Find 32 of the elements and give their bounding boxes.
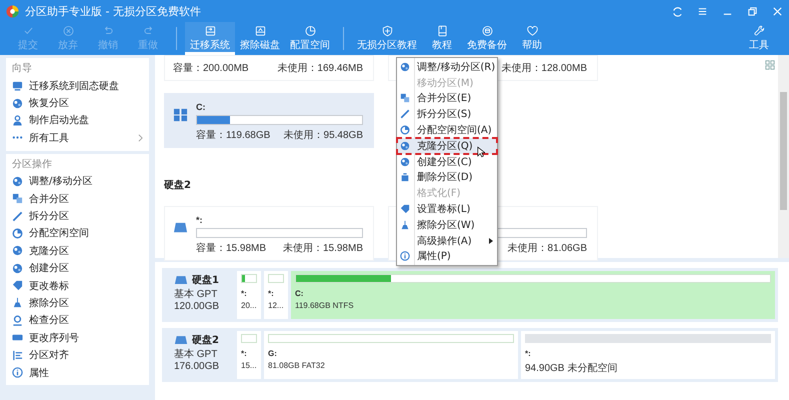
unused-text: 未使用：169.46MB bbox=[277, 62, 363, 75]
unused-text: 未使用：15.98MB bbox=[282, 242, 363, 255]
partition-name: G: bbox=[268, 349, 278, 358]
partition-info: 15... bbox=[241, 361, 257, 370]
partition-name: *: bbox=[525, 349, 532, 358]
partition-info: 81.08GB FAT32 bbox=[268, 361, 326, 370]
capacity-text: 容量：200.00MB bbox=[173, 62, 249, 75]
capacity-text: 容量：15.98MB bbox=[196, 242, 266, 255]
disk-heading: 硬盘2 bbox=[164, 178, 191, 192]
partition-name: *: bbox=[268, 289, 275, 298]
partition-name: *: bbox=[196, 215, 202, 225]
unused-text: 未使用：95.48GB bbox=[284, 128, 363, 142]
partition-info: 119.68GB NTFS bbox=[295, 301, 355, 310]
partition-info: 94.90GB 未分配空间 bbox=[525, 362, 618, 375]
disk-name: 硬盘1 bbox=[192, 274, 219, 287]
disk-name: 硬盘2 bbox=[192, 334, 219, 347]
partition-name: *: bbox=[241, 289, 248, 298]
window-title: 分区助手专业版 - 无损分区免费软件 bbox=[25, 4, 201, 18]
disk-size: 176.00GB bbox=[174, 361, 220, 372]
capacity-text: 容量：119.68GB bbox=[196, 128, 270, 142]
partition-info: 12... bbox=[268, 301, 284, 310]
unused-text: 未使用：128.00MB bbox=[501, 62, 587, 75]
section-title: 向导 bbox=[11, 62, 33, 76]
unused-text: 未使用：81.06GB bbox=[508, 242, 587, 255]
partition-name: C: bbox=[295, 289, 304, 298]
disk-type: 基本 GPT bbox=[174, 348, 218, 361]
partition-name: *: bbox=[241, 349, 248, 358]
section-title: 分区操作 bbox=[11, 158, 53, 172]
partition-name: C: bbox=[196, 102, 206, 112]
partition-info: 20... bbox=[241, 301, 257, 310]
disk-type: 基本 GPT bbox=[174, 288, 218, 301]
disk-size: 120.00GB bbox=[174, 301, 220, 312]
